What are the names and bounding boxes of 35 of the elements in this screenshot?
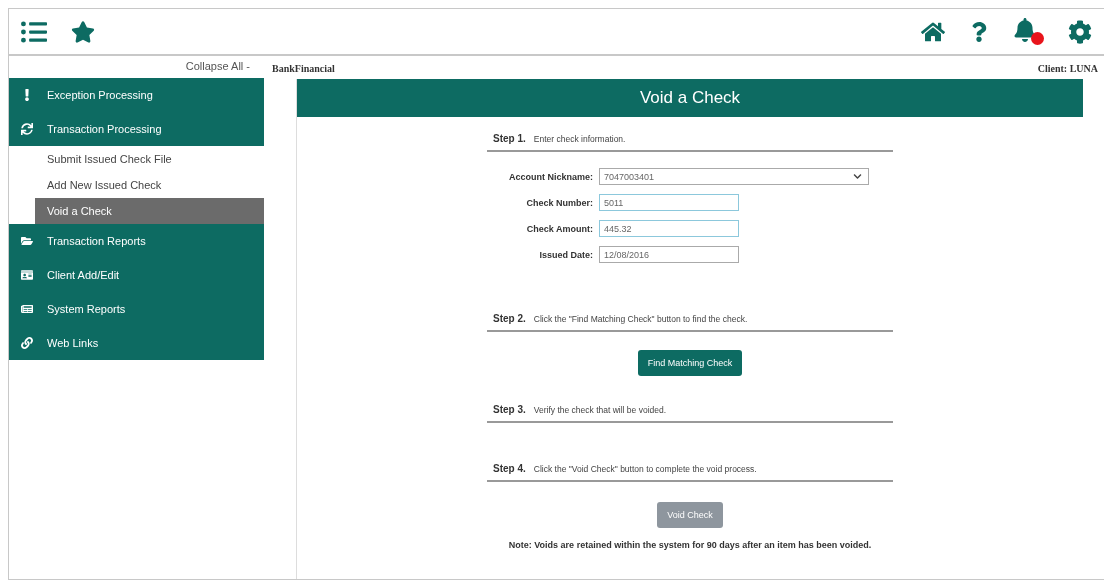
input-field[interactable]: 445.32	[599, 220, 739, 237]
newspaper-icon	[21, 303, 33, 315]
sidebar-item[interactable]: System Reports	[9, 292, 264, 326]
folder-icon	[21, 235, 33, 247]
find-matching-check-button[interactable]: Find Matching Check	[637, 350, 743, 376]
input-field[interactable]: 12/08/2016	[599, 246, 739, 263]
field-label: Issued Date:	[538, 249, 593, 260]
sidebar-item[interactable]: Transaction Reports	[9, 224, 264, 258]
id-card-icon	[21, 269, 33, 281]
field-label: Check Number:	[525, 197, 593, 208]
bell-icon[interactable]	[1013, 18, 1044, 45]
settings-icon[interactable]	[1068, 19, 1092, 44]
input-field[interactable]: 5011	[599, 194, 739, 211]
client-name: Client: LUNA	[1037, 63, 1098, 74]
menu-icon[interactable]	[21, 18, 47, 45]
sidebar-item[interactable]: Web Links	[9, 326, 264, 360]
step-heading: Step 4. Click the "Void Check" button to complete the void process.	[487, 463, 893, 482]
bank-name: BankFinancial	[272, 63, 335, 74]
step-heading: Step 1. Enter check information.	[487, 133, 893, 152]
step-heading: Step 2. Click the "Find Matching Check" button to find the check.	[487, 313, 893, 332]
step-heading: Step 3. Verify the check that will be voided.	[487, 404, 893, 423]
field-label: Check Amount:	[525, 223, 593, 234]
sidebar-subitem[interactable]: Void a Check	[35, 198, 264, 224]
chevron-down-icon	[853, 172, 862, 181]
account-dropdown[interactable]: 7047003401	[599, 168, 869, 185]
field-label: Account Nickname:	[507, 171, 593, 182]
page-title: Void a Check	[297, 79, 1083, 117]
sidebar-item[interactable]: Exception Processing	[9, 78, 264, 112]
note-text: Note: Voids are retained within the system for 90 days after an item has been voided.	[508, 540, 872, 550]
sidebar-item[interactable]: Transaction Processing	[9, 112, 264, 146]
star-icon[interactable]	[71, 19, 95, 44]
sidebar-item[interactable]: Client Add/Edit	[9, 258, 264, 292]
collapse-all-link[interactable]: Collapse All -	[185, 60, 250, 72]
refresh-icon	[21, 123, 33, 135]
link-icon	[21, 337, 33, 349]
